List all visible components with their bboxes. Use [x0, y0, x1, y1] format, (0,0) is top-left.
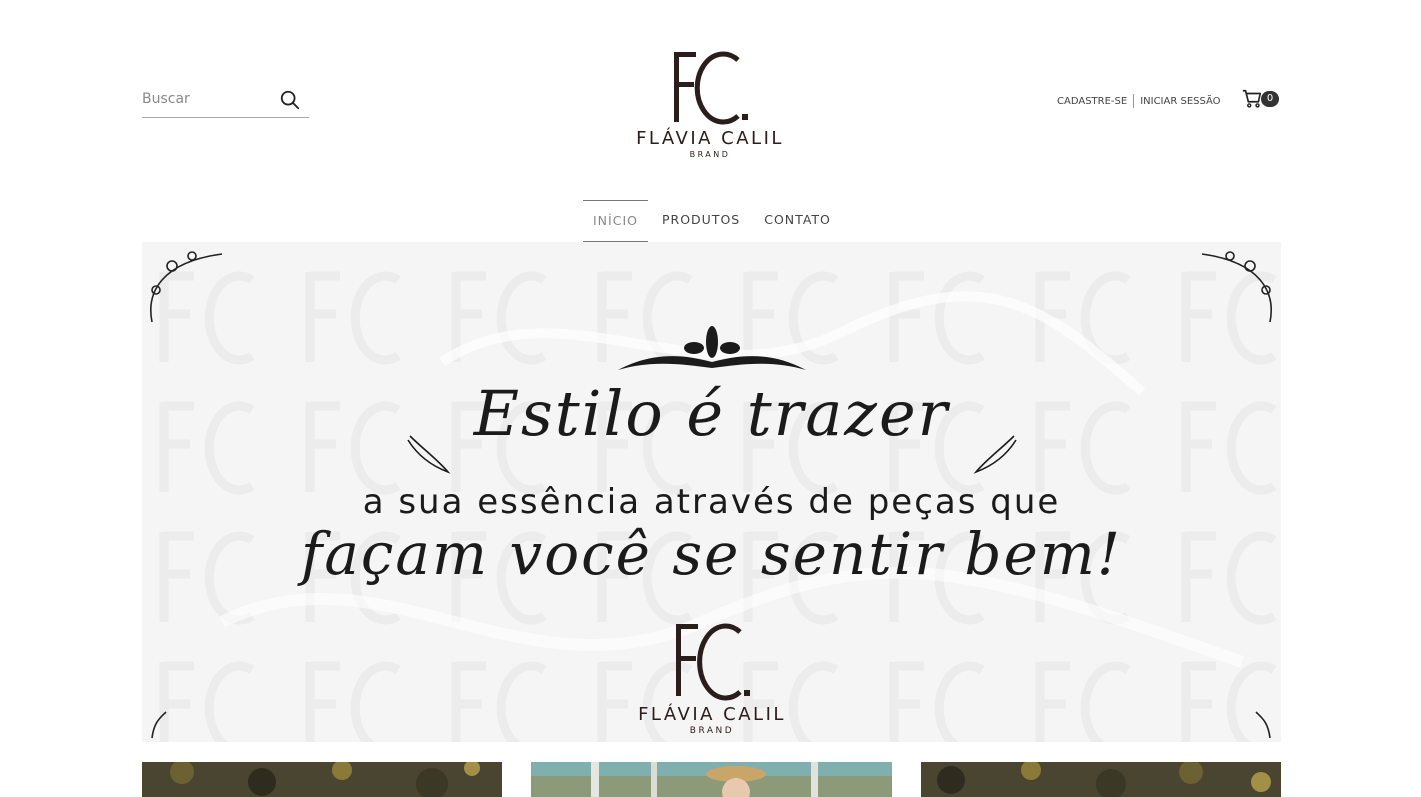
brand-name: FLÁVIA CALIL [636, 128, 784, 149]
brand-logo[interactable]: FLÁVIA CALIL BRAND [620, 44, 800, 168]
account-links: CADASTRE-SE INICIAR SESSÃO [1057, 92, 1221, 110]
site-header: FLÁVIA CALIL BRAND CADASTRE-SE INICIAR S… [0, 0, 1421, 242]
brand-subtitle: BRAND [689, 150, 731, 159]
nav-item-produtos[interactable]: PRODUTOS [652, 200, 750, 240]
cart-button[interactable]: 0 [1241, 88, 1281, 112]
search-bar [142, 82, 309, 118]
product-image-2 [531, 762, 892, 797]
cart-count-badge: 0 [1261, 91, 1279, 107]
search-icon[interactable] [279, 89, 301, 111]
nav-item-contato[interactable]: CONTATO [754, 200, 841, 240]
product-thumb-2[interactable] [531, 762, 892, 797]
banner-logo: FLÁVIA CALIL BRAND [622, 616, 802, 740]
nav-item-inicio[interactable]: INÍCIO [583, 200, 648, 242]
product-thumb-3[interactable] [921, 762, 1281, 797]
banner-fc-monogram [676, 623, 750, 701]
link-separator [1133, 94, 1135, 108]
featured-products [142, 762, 1281, 797]
fc-monogram [674, 51, 748, 125]
banner-headline: Estilo é trazer [473, 377, 950, 450]
product-thumb-1[interactable] [142, 762, 502, 797]
cart-icon [1242, 89, 1262, 108]
banner-brand-name: FLÁVIA CALIL [638, 704, 786, 725]
product-image-3 [921, 762, 1281, 797]
main-nav: INÍCIO PRODUTOS CONTATO [583, 200, 845, 242]
banner-closing: façam você se sentir bem! [300, 520, 1123, 588]
banner-brand-subtitle: BRAND [689, 726, 735, 736]
product-image-1 [142, 762, 502, 797]
search-input[interactable] [142, 86, 272, 112]
register-link[interactable]: CADASTRE-SE [1057, 96, 1127, 107]
banner-tagline: a sua essência através de peças que [362, 482, 1061, 522]
login-link[interactable]: INICIAR SESSÃO [1140, 96, 1220, 107]
hero-banner[interactable]: Estilo é trazer a sua essência através d… [142, 242, 1281, 742]
